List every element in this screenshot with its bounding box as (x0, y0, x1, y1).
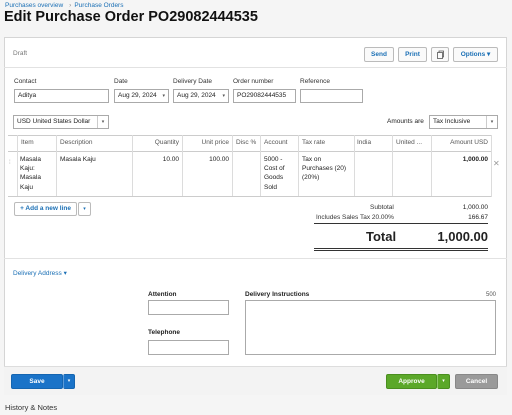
column-header-discount: Disc % (236, 139, 257, 146)
column-divider (491, 135, 492, 197)
chevron-down-icon: ▾ (222, 93, 225, 99)
amounts-are-value: Tax Inclusive (433, 118, 471, 125)
subtotal-label: Subtotal (370, 204, 394, 211)
history-notes-heading: History & Notes (5, 403, 58, 412)
row-divider (8, 196, 491, 197)
drag-handle-icon[interactable]: ⁞ (9, 160, 11, 166)
tax-value: 166.67 (468, 214, 488, 221)
telephone-label: Telephone (148, 329, 181, 336)
column-header-tax-rate: Tax rate (302, 139, 326, 146)
page-title: Edit Purchase Order PO29082444535 (4, 9, 258, 25)
total-underline (314, 248, 488, 249)
column-divider (392, 135, 393, 197)
row-amount-cell[interactable]: 1,000.00 (431, 155, 488, 164)
amounts-are-label: Amounts are (387, 118, 424, 125)
column-header-united: United ... (396, 139, 423, 146)
breadcrumb: Purchases overview › Purchase Orders (5, 2, 126, 9)
column-header-amount: Amount USD (450, 139, 488, 146)
order-number-label: Order number (233, 78, 274, 85)
reference-field[interactable] (300, 89, 363, 103)
total-label: Total (366, 229, 397, 244)
amounts-are-select[interactable]: Tax Inclusive ▾ (429, 115, 498, 129)
breadcrumb-separator: › (69, 2, 72, 9)
reference-label: Reference (300, 78, 330, 85)
row-quantity-cell[interactable]: 10.00 (132, 155, 179, 164)
breadcrumb-purchase-orders[interactable]: Purchase Orders (74, 2, 123, 9)
section-divider (4, 258, 507, 259)
breadcrumb-purchases-overview[interactable]: Purchases overview (5, 2, 63, 9)
row-tax-rate-cell[interactable]: Tax on Purchases (20) (20%) (302, 155, 352, 183)
column-divider (56, 135, 57, 197)
approve-button[interactable]: Approve (386, 374, 437, 389)
chevron-down-icon: ▾ (162, 93, 165, 99)
row-item-cell[interactable]: Masala Kaju: Masala Kaju (20, 155, 54, 192)
attention-label: Attention (148, 291, 177, 298)
options-button[interactable]: Options ▾ (453, 47, 498, 62)
date-value: Aug 29, 2024 (118, 92, 157, 99)
delivery-date-label: Delivery Date (173, 78, 213, 85)
column-divider (298, 135, 299, 197)
delivery-date-field[interactable]: Aug 29, 2024 ▾ (173, 89, 229, 103)
chevron-down-icon: ▾ (97, 116, 108, 128)
date-label: Date (114, 78, 128, 85)
total-value: 1,000.00 (437, 229, 488, 244)
delivery-date-value: Aug 29, 2024 (177, 92, 216, 99)
save-button[interactable]: Save (11, 374, 63, 389)
column-divider (232, 135, 233, 197)
column-header-india: India (357, 139, 372, 146)
currency-value: USD United States Dollar (17, 118, 91, 125)
send-button[interactable]: Send (364, 47, 394, 62)
approve-dropdown-button[interactable]: ▾ (437, 374, 450, 389)
cancel-button[interactable]: Cancel (455, 374, 498, 389)
column-divider (260, 135, 261, 197)
delivery-instructions-label: Delivery Instructions (245, 291, 310, 298)
print-button[interactable]: Print (398, 47, 427, 62)
column-divider (17, 135, 18, 197)
attention-field[interactable] (148, 300, 229, 315)
copy-icon (436, 50, 444, 59)
tax-label: Includes Sales Tax 20.00% (316, 214, 394, 221)
add-new-line-button[interactable]: + Add a new line (14, 202, 77, 216)
column-header-unit-price: Unit price (201, 139, 229, 146)
column-divider (354, 135, 355, 197)
delete-row-icon[interactable]: ✕ (493, 159, 500, 168)
column-header-item: Item (21, 139, 34, 146)
subtotal-value: 1,000.00 (462, 204, 488, 211)
chevron-down-icon: ▾ (486, 116, 497, 128)
column-header-quantity: Quantity (154, 139, 179, 146)
total-underline (314, 250, 488, 251)
order-number-field[interactable]: PO29082444535 (233, 89, 296, 103)
contact-label: Contact (14, 78, 37, 85)
line-items-table: Item Description Quantity Unit price Dis… (8, 135, 503, 197)
character-count: 500 (485, 292, 496, 298)
column-header-description: Description (60, 139, 93, 146)
delivery-address-toggle[interactable]: Delivery Address ▾ (13, 269, 67, 277)
delivery-instructions-field[interactable] (245, 300, 496, 355)
status-label: Draft (13, 50, 28, 57)
add-line-dropdown-button[interactable]: ▾ (78, 202, 91, 216)
date-field[interactable]: Aug 29, 2024 ▾ (114, 89, 169, 103)
row-description-cell[interactable]: Masala Kaju (60, 155, 130, 164)
row-account-cell[interactable]: 5000 - Cost of Goods Sold (264, 155, 297, 192)
totals-divider (314, 223, 488, 224)
telephone-field[interactable] (148, 340, 229, 355)
save-dropdown-button[interactable]: ▾ (63, 374, 75, 389)
copy-button[interactable] (431, 47, 449, 62)
row-unit-price-cell[interactable]: 100.00 (182, 155, 229, 164)
header-divider (4, 67, 507, 68)
currency-select[interactable]: USD United States Dollar ▾ (13, 115, 109, 129)
column-header-account: Account (264, 139, 288, 146)
contact-field[interactable]: Aditya (14, 89, 109, 103)
